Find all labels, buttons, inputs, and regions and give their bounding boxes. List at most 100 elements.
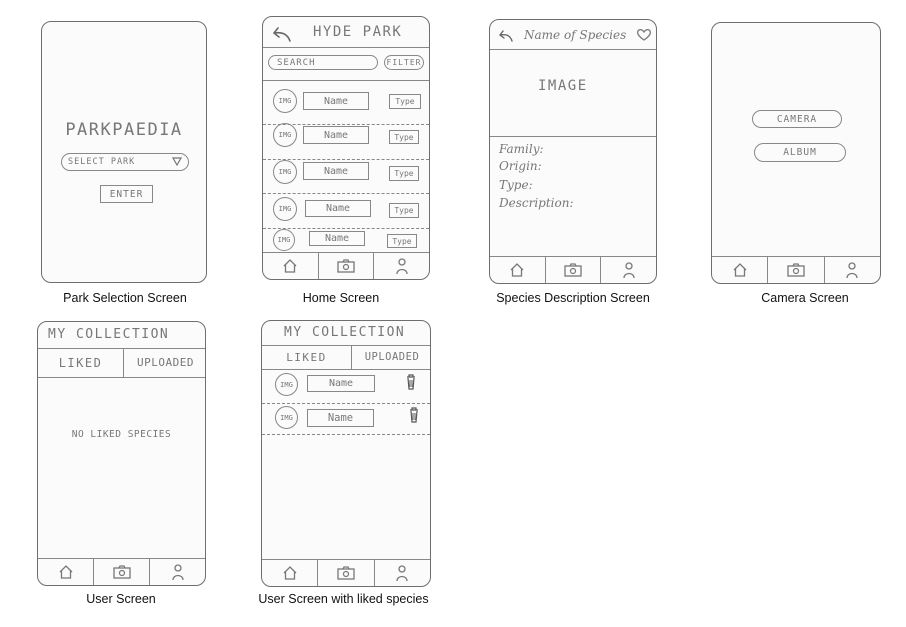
- camera-icon: [112, 564, 132, 580]
- nav-home[interactable]: [490, 257, 546, 283]
- item-name: Name: [307, 409, 374, 427]
- nav-user[interactable]: [374, 253, 429, 279]
- user-phone: MY COLLECTION LIKED UPLOADED NO LIKED SP…: [37, 321, 206, 586]
- tab-liked-label: LIKED: [286, 350, 327, 364]
- nav-home[interactable]: [263, 253, 319, 279]
- tab-uploaded-label: UPLOADED: [137, 356, 194, 369]
- nav-user[interactable]: [150, 559, 205, 585]
- species-phone: Name of Species IMAGE Family: Origin: Ty…: [489, 19, 657, 284]
- camera-icon: [786, 262, 806, 278]
- user-icon: [844, 261, 860, 279]
- bottom-nav: [262, 559, 430, 586]
- collection-title: MY COLLECTION: [284, 325, 406, 340]
- select-park-dropdown[interactable]: SELECT PARK: [61, 153, 189, 171]
- user-icon: [621, 261, 637, 279]
- item-image: IMG: [273, 123, 297, 147]
- nav-camera[interactable]: [546, 257, 602, 283]
- empty-state-text: NO LIKED SPECIES: [71, 429, 172, 440]
- home-title: HYDE PARK: [313, 24, 403, 40]
- species-title: Name of Species: [524, 28, 627, 42]
- list-item[interactable]: IMG Name: [262, 403, 430, 435]
- item-image: IMG: [273, 229, 295, 251]
- camera-icon: [336, 565, 356, 581]
- item-type: Type: [389, 130, 419, 144]
- user-icon: [170, 563, 186, 581]
- caption-park-selection: Park Selection Screen: [63, 291, 187, 305]
- caption-species: Species Description Screen: [496, 291, 650, 305]
- tab-liked[interactable]: LIKED: [38, 348, 124, 377]
- user-icon: [394, 564, 410, 582]
- item-image: IMG: [273, 160, 297, 184]
- list-item[interactable]: IMG Name Type: [263, 86, 429, 118]
- dropdown-triangle-icon: [172, 157, 182, 166]
- home-icon: [282, 258, 298, 274]
- bottom-nav: [38, 558, 205, 585]
- item-name: Name: [309, 231, 365, 246]
- list-item[interactable]: IMG Name Type: [263, 157, 429, 189]
- tab-uploaded[interactable]: UPLOADED: [124, 348, 205, 377]
- search-bar[interactable]: SEARCH: [268, 55, 378, 70]
- back-arrow-icon[interactable]: [271, 25, 293, 43]
- species-field-family: Family:: [499, 142, 544, 156]
- item-image: IMG: [275, 373, 298, 396]
- nav-home[interactable]: [712, 257, 769, 283]
- item-type: Type: [389, 94, 421, 109]
- trash-icon[interactable]: [405, 373, 417, 390]
- item-image: IMG: [273, 197, 297, 221]
- wireframe-canvas: PARKPAEDIA SELECT PARK ENTER Park Select…: [0, 0, 906, 627]
- item-type: Type: [387, 234, 417, 248]
- item-name: Name: [305, 200, 371, 217]
- heart-icon[interactable]: [636, 27, 652, 42]
- nav-home[interactable]: [38, 559, 94, 585]
- nav-camera[interactable]: [319, 253, 375, 279]
- camera-icon: [336, 258, 356, 274]
- bottom-nav: [263, 252, 429, 279]
- user-liked-phone: MY COLLECTION LIKED UPLOADED IMG Name IM…: [261, 320, 431, 587]
- item-image: IMG: [275, 406, 298, 429]
- item-type: Type: [389, 203, 419, 218]
- tab-liked[interactable]: LIKED: [262, 345, 352, 369]
- caption-camera: Camera Screen: [761, 291, 849, 305]
- bottom-nav: [712, 256, 880, 283]
- species-image-placeholder: IMAGE: [538, 78, 588, 94]
- select-park-placeholder: SELECT PARK: [68, 157, 136, 167]
- tab-uploaded[interactable]: UPLOADED: [352, 345, 430, 369]
- tab-liked-label: LIKED: [58, 355, 103, 370]
- home-phone: HYDE PARK SEARCH FILTER IMG Name Type IM…: [262, 16, 430, 280]
- app-title: PARKPAEDIA: [65, 120, 183, 140]
- item-type: Type: [389, 166, 419, 181]
- camera-icon: [563, 262, 583, 278]
- camera-phone: CAMERA ALBUM: [711, 22, 881, 284]
- list-item[interactable]: IMG Name Type: [263, 194, 429, 226]
- nav-user[interactable]: [825, 257, 880, 283]
- home-icon: [732, 262, 748, 278]
- back-arrow-icon[interactable]: [497, 28, 515, 43]
- bottom-nav: [490, 256, 656, 283]
- home-icon: [58, 564, 74, 580]
- item-name: Name: [303, 162, 369, 180]
- nav-home[interactable]: [262, 560, 319, 586]
- nav-user[interactable]: [601, 257, 656, 283]
- home-icon: [509, 262, 525, 278]
- item-name: Name: [307, 375, 375, 392]
- camera-button[interactable]: CAMERA: [752, 110, 842, 128]
- park-selection-phone: PARKPAEDIA SELECT PARK ENTER: [41, 21, 207, 283]
- nav-camera[interactable]: [318, 560, 375, 586]
- nav-user[interactable]: [375, 560, 430, 586]
- nav-camera[interactable]: [768, 257, 825, 283]
- enter-button[interactable]: ENTER: [100, 185, 153, 203]
- list-item[interactable]: IMG Name: [262, 370, 430, 402]
- list-item[interactable]: IMG Name Type: [263, 120, 429, 152]
- filter-button[interactable]: FILTER: [384, 55, 424, 70]
- species-field-description: Description:: [499, 196, 574, 210]
- nav-camera[interactable]: [94, 559, 150, 585]
- list-item[interactable]: IMG Name Type: [263, 225, 429, 255]
- home-icon: [282, 565, 298, 581]
- album-button[interactable]: ALBUM: [754, 143, 846, 162]
- species-field-type: Type:: [499, 178, 533, 192]
- user-icon: [394, 257, 410, 275]
- trash-icon[interactable]: [408, 406, 420, 423]
- species-field-origin: Origin:: [499, 159, 542, 173]
- caption-user: User Screen: [86, 592, 156, 606]
- item-image: IMG: [273, 89, 297, 113]
